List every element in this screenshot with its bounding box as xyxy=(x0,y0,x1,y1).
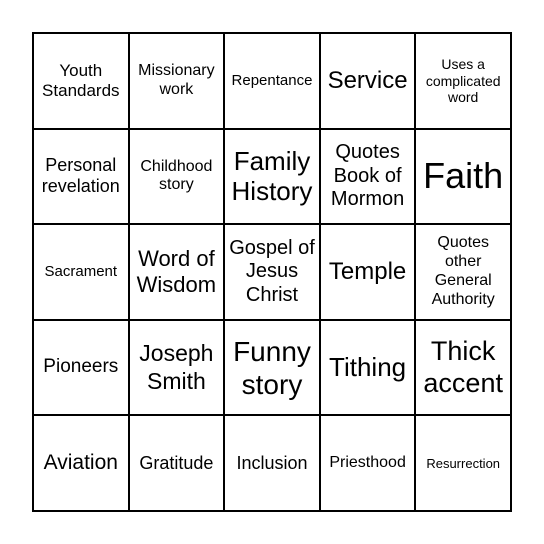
bingo-cell[interactable]: Uses a complicated word xyxy=(415,33,511,129)
bingo-cell[interactable]: Pioneers xyxy=(33,319,129,416)
bingo-card: Youth Standards Missionary work Repentance… xyxy=(32,32,512,512)
bingo-cell[interactable]: Quotes Book of Mormon xyxy=(319,128,416,225)
bingo-cell[interactable]: Repentance xyxy=(224,33,320,129)
bingo-cell[interactable]: Youth Standards xyxy=(33,33,129,129)
bingo-cell[interactable]: Family History xyxy=(224,128,320,225)
bingo-cell[interactable]: Faith xyxy=(415,128,511,225)
bingo-cell[interactable]: Aviation xyxy=(33,415,129,511)
bingo-cell[interactable]: Sacrament xyxy=(33,224,129,320)
bingo-cell[interactable]: Funny story xyxy=(224,319,320,416)
bingo-cell[interactable]: Gospel of Jesus Christ xyxy=(224,224,320,320)
bingo-cell[interactable]: Quotes other General Authority xyxy=(415,224,511,320)
bingo-cell[interactable]: Service xyxy=(319,33,416,129)
bingo-cell[interactable]: Temple xyxy=(319,224,416,320)
bingo-cell[interactable]: Inclusion xyxy=(224,415,320,511)
bingo-cell[interactable]: Childhood story xyxy=(128,128,225,225)
bingo-cell[interactable]: Priesthood xyxy=(319,415,416,511)
bingo-cell[interactable]: Missionary work xyxy=(128,33,225,129)
bingo-cell[interactable]: Personal revelation xyxy=(33,128,129,225)
bingo-cell[interactable]: Resurrection xyxy=(415,415,511,511)
bingo-cell[interactable]: Thick accent xyxy=(415,319,511,416)
bingo-cell[interactable]: Tithing xyxy=(319,319,416,416)
bingo-cell[interactable]: Joseph Smith xyxy=(128,319,225,416)
bingo-cell[interactable]: Gratitude xyxy=(128,415,225,511)
bingo-cell[interactable]: Word of Wisdom xyxy=(128,224,225,320)
